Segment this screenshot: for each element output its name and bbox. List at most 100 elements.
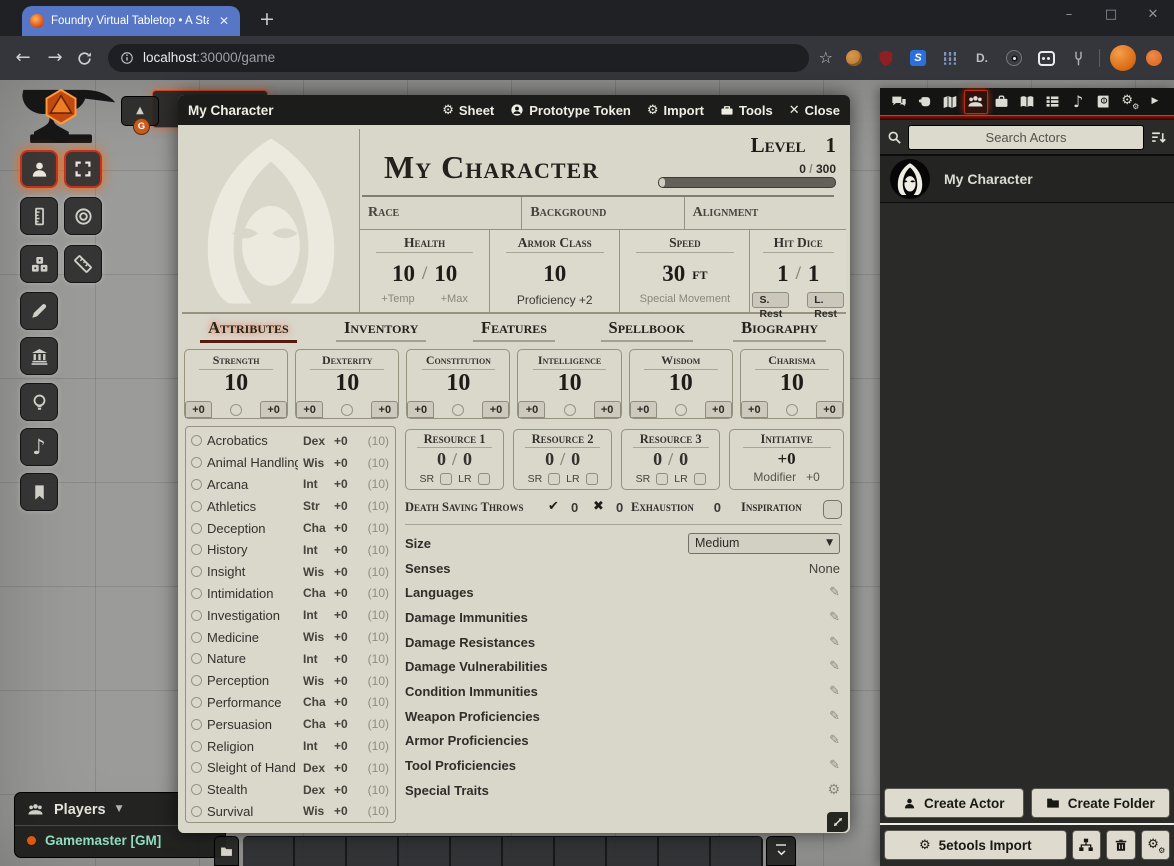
short-rest-button[interactable]: S. Rest xyxy=(752,292,789,308)
back-icon[interactable]: ← xyxy=(12,49,34,67)
select-tool-button[interactable] xyxy=(64,150,102,188)
ability-check-mod[interactable]: +0 xyxy=(260,401,287,418)
resize-handle[interactable] xyxy=(827,812,848,832)
ability-save-mod[interactable]: +0 xyxy=(741,401,768,418)
skill-modifier[interactable]: +0 xyxy=(334,761,356,775)
bookmark-star-icon[interactable]: ☆ xyxy=(819,50,833,66)
skill-name[interactable]: Perception xyxy=(207,673,298,688)
new-tab-button[interactable]: + xyxy=(254,6,280,32)
resource-title[interactable]: Resource 1 xyxy=(424,432,486,447)
create-folder-button[interactable]: Create Folder xyxy=(1031,788,1171,818)
5etools-import-button[interactable]: ⚙5etools Import xyxy=(884,830,1067,860)
edit-icon[interactable]: ✎ xyxy=(829,759,840,772)
skill-proficiency-radio[interactable] xyxy=(191,479,202,490)
skill-proficiency-radio[interactable] xyxy=(191,653,202,664)
macro-hotbar[interactable] xyxy=(243,836,763,866)
browser-menu-icon[interactable] xyxy=(1146,50,1162,66)
skill-modifier[interactable]: +0 xyxy=(334,499,356,513)
edit-icon[interactable]: ✎ xyxy=(829,586,840,599)
proficiency-toggle[interactable] xyxy=(564,404,576,416)
ability-check-mod[interactable]: +0 xyxy=(816,401,843,418)
ability-check-mod[interactable]: +0 xyxy=(594,401,621,418)
skill-name[interactable]: Deception xyxy=(207,521,298,536)
tab-scenes[interactable] xyxy=(938,90,962,114)
skill-name[interactable]: Sleight of Hand xyxy=(207,760,298,775)
ability-save-mod[interactable]: +0 xyxy=(296,401,323,418)
tab-tables[interactable] xyxy=(1041,90,1065,114)
skill-proficiency-radio[interactable] xyxy=(191,762,202,773)
ability-name[interactable]: Constitution xyxy=(426,353,491,368)
skill-name[interactable]: Insight xyxy=(207,564,298,579)
proficiency-toggle[interactable] xyxy=(230,404,242,416)
tab-journal[interactable] xyxy=(1015,90,1039,114)
close-sheet-button[interactable]: ✕Close xyxy=(789,103,840,118)
window-header[interactable]: My Character ⚙Sheet Prototype Token ⚙Imp… xyxy=(178,95,850,125)
hp-tempmax-label[interactable]: +Max xyxy=(441,293,468,308)
resource-max[interactable]: 0 xyxy=(679,449,688,470)
chevron-down-icon[interactable]: ▼ xyxy=(116,805,123,814)
proficiency-toggle[interactable] xyxy=(786,404,798,416)
ublock-extension-icon[interactable] xyxy=(875,47,897,69)
hp-current[interactable]: 10 xyxy=(392,261,415,287)
skill-name[interactable]: Intimidation xyxy=(207,586,298,601)
skill-proficiency-radio[interactable] xyxy=(191,675,202,686)
hd-max[interactable]: 1 xyxy=(808,261,820,287)
skill-modifier[interactable]: +0 xyxy=(334,804,356,818)
player-row[interactable]: Gamemaster [GM] xyxy=(15,830,225,851)
skill-modifier[interactable]: +0 xyxy=(334,543,356,557)
death-failure-icon[interactable]: ✖ xyxy=(593,500,604,513)
skill-proficiency-radio[interactable] xyxy=(191,719,202,730)
tab-combat[interactable] xyxy=(913,90,937,114)
hd-current[interactable]: 1 xyxy=(777,261,789,287)
skill-proficiency-radio[interactable] xyxy=(191,523,202,534)
skill-name[interactable]: Animal Handling xyxy=(207,455,298,470)
skill-name[interactable]: Athletics xyxy=(207,499,298,514)
tab-chat[interactable] xyxy=(887,90,911,114)
robot-extension-icon[interactable] xyxy=(1035,47,1057,69)
sheet-config-button[interactable]: ⚙Sheet xyxy=(442,103,494,118)
character-portrait[interactable] xyxy=(182,129,360,312)
ability-save-mod[interactable]: +0 xyxy=(185,401,212,418)
skill-modifier[interactable]: +0 xyxy=(334,586,356,600)
delete-button[interactable] xyxy=(1106,830,1135,860)
tab-spellbook[interactable]: Spellbook xyxy=(601,318,694,342)
skill-modifier[interactable]: +0 xyxy=(334,630,356,644)
skill-name[interactable]: Medicine xyxy=(207,630,298,645)
special-movement-label[interactable]: Special Movement xyxy=(640,293,731,308)
tab-biography[interactable]: Biography xyxy=(733,318,826,342)
site-info-icon[interactable] xyxy=(120,51,134,65)
skill-modifier[interactable]: +0 xyxy=(334,521,356,535)
edit-icon[interactable]: ✎ xyxy=(829,636,840,649)
edit-icon[interactable]: ✎ xyxy=(829,660,840,673)
camera-extension-icon[interactable] xyxy=(1003,47,1025,69)
skill-name[interactable]: Nature xyxy=(207,651,298,666)
skill-name[interactable]: Stealth xyxy=(207,782,298,797)
ability-name[interactable]: Strength xyxy=(213,353,260,368)
tab-features[interactable]: Features xyxy=(473,318,555,342)
skill-proficiency-radio[interactable] xyxy=(191,632,202,643)
skill-proficiency-radio[interactable] xyxy=(191,697,202,708)
sort-icon[interactable] xyxy=(1150,129,1167,146)
skill-name[interactable]: Investigation xyxy=(207,608,298,623)
game-canvas[interactable]: ▲ G ♪ Players ▼ Gamemaster [GM] xyxy=(0,80,1174,866)
skill-proficiency-radio[interactable] xyxy=(191,457,202,468)
initiative-modifier-value[interactable]: +0 xyxy=(806,470,820,487)
create-actor-button[interactable]: Create Actor xyxy=(884,788,1024,818)
skill-modifier[interactable]: +0 xyxy=(334,783,356,797)
exhaustion-value[interactable]: 0 xyxy=(705,500,721,515)
minimize-button[interactable]: – xyxy=(1048,0,1090,30)
tab-items[interactable] xyxy=(989,90,1013,114)
sr-checkbox[interactable] xyxy=(656,473,668,485)
gear-icon[interactable]: ⚙ xyxy=(827,783,840,797)
resource-max[interactable]: 0 xyxy=(463,449,472,470)
reload-icon[interactable] xyxy=(76,50,98,67)
tab-actors[interactable] xyxy=(964,90,988,114)
ability-name[interactable]: Dexterity xyxy=(322,353,372,368)
ability-score[interactable]: 10 xyxy=(780,370,804,396)
lr-checkbox[interactable] xyxy=(586,473,598,485)
ability-name[interactable]: Intelligence xyxy=(538,353,601,368)
edit-icon[interactable]: ✎ xyxy=(829,734,840,747)
measure-tool-button[interactable] xyxy=(20,197,58,235)
target-tool-button[interactable] xyxy=(64,197,102,235)
ability-name[interactable]: Wisdom xyxy=(661,353,700,368)
